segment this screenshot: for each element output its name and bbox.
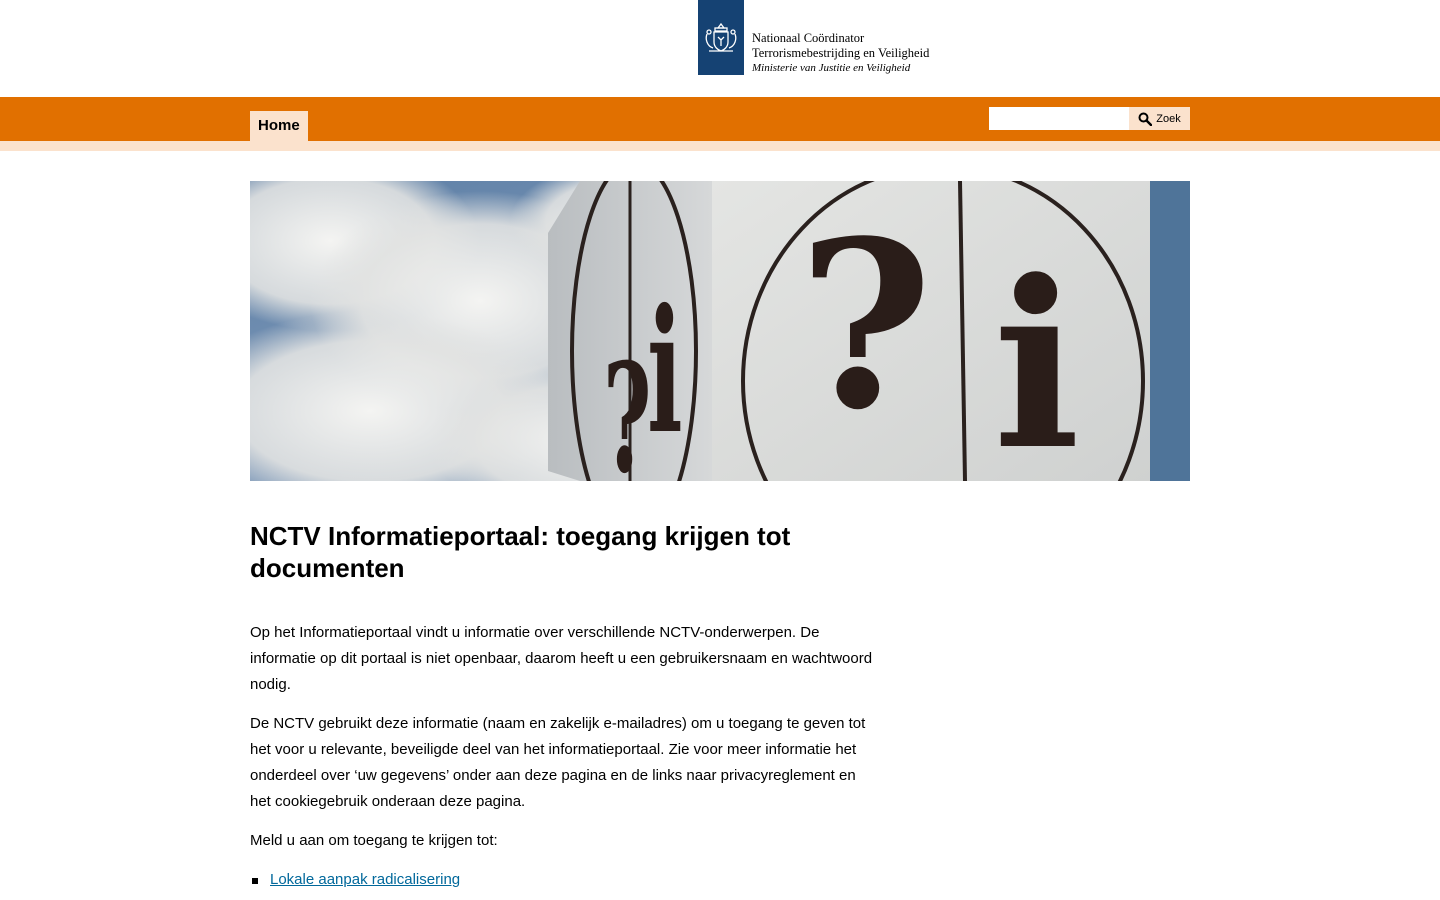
search-icon <box>1138 112 1153 126</box>
site-logo[interactable]: Nationaal Coördinator Terrorismebestrijd… <box>698 0 929 75</box>
main-content: NCTV Informatieportaal: toegang krijgen … <box>250 520 880 893</box>
svg-text:?: ? <box>603 330 651 481</box>
link-lokale-aanpak-radicalisering[interactable]: Lokale aanpak radicalisering <box>270 871 460 888</box>
logo-line-3: Ministerie van Justitie en Veiligheid <box>752 62 911 74</box>
site-header: Nationaal Coördinator Terrorismebestrijd… <box>0 0 1440 97</box>
search-form: Zoek <box>989 107 1190 130</box>
nav-item-home[interactable]: Home <box>250 111 308 141</box>
access-links-list: Lokale aanpak radicalisering <box>250 867 880 893</box>
search-input[interactable] <box>989 107 1129 130</box>
info-sign-photo: ? i ? i <box>250 181 1190 481</box>
main-navigation: Home Zoek <box>0 97 1440 141</box>
logo-line-2: Terrorismebestrijding en Veiligheid <box>752 46 930 60</box>
logo-wordmark: Nationaal Coördinator Terrorismebestrijd… <box>752 0 929 75</box>
search-button[interactable]: Zoek <box>1129 107 1190 130</box>
coat-of-arms-icon <box>698 0 744 75</box>
logo-line-1: Nationaal Coördinator <box>752 31 865 45</box>
page-title: NCTV Informatieportaal: toegang krijgen … <box>250 521 791 583</box>
svg-text:i: i <box>993 231 1080 481</box>
signup-paragraph: Meld u aan om toegang te krijgen tot: <box>250 832 498 849</box>
svg-text:?: ? <box>798 191 933 461</box>
hero-image: ? i ? i <box>250 181 1190 481</box>
search-button-label: Zoek <box>1156 112 1181 125</box>
svg-text:i: i <box>647 272 683 472</box>
intro-paragraph: Op het Informatieportaal vindt u informa… <box>250 624 873 693</box>
privacy-paragraph: De NCTV gebruikt deze informatie (naam e… <box>250 715 866 810</box>
list-item: Lokale aanpak radicalisering <box>250 867 880 893</box>
nav-subbar <box>0 141 1440 151</box>
